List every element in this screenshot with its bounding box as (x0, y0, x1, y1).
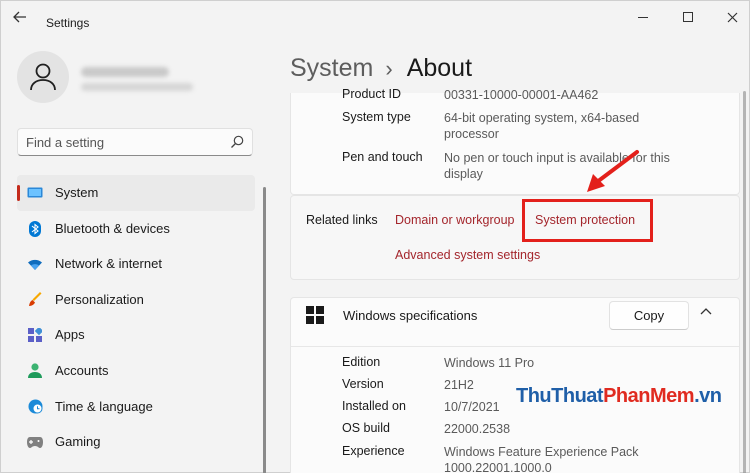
spec-value: 64-bit operating system, x64-based proce… (444, 111, 640, 141)
sidebar-item-bluetooth[interactable]: Bluetooth & devices (17, 211, 255, 247)
avatar (17, 51, 69, 103)
device-specifications-card: Product ID 00331-10000-00001-AA462 Syste… (290, 87, 740, 195)
windows-specifications-title: Windows specifications (343, 308, 478, 323)
sidebar-item-label: Personalization (55, 291, 144, 307)
breadcrumb: System › About (290, 54, 472, 83)
gamepad-icon (27, 434, 43, 450)
minimize-button[interactable] (628, 7, 658, 27)
sidebar-item-label: Time & language (55, 398, 153, 414)
spec-key: Version (342, 377, 384, 391)
profile-name-blurred (81, 67, 169, 77)
wifi-icon (27, 256, 43, 272)
spec-key: System type (342, 110, 411, 124)
spec-value: Windows 11 Pro (444, 356, 535, 370)
spec-key: Product ID (342, 87, 402, 101)
page-title: About (406, 54, 473, 82)
sidebar-scrollbar[interactable] (263, 187, 266, 473)
title-bar: Settings (1, 1, 750, 37)
sidebar-item-time-language[interactable]: Time & language (17, 389, 255, 425)
sidebar-item-network[interactable]: Network & internet (17, 246, 255, 282)
sidebar-item-label: Network & internet (55, 256, 162, 272)
spec-key: Edition (342, 355, 381, 369)
spec-value: No pen or touch input is available for t… (444, 151, 670, 181)
copy-button[interactable]: Copy (609, 301, 689, 330)
spec-key: Experience (342, 444, 405, 458)
main-scrollbar[interactable] (743, 91, 746, 473)
back-arrow-icon[interactable] (13, 11, 33, 27)
chevron-right-icon: › (385, 56, 393, 81)
sidebar-item-label: Bluetooth & devices (55, 220, 170, 236)
sidebar-nav: System Bluetooth & devices Network & int… (17, 175, 255, 460)
globe-clock-icon (27, 399, 43, 415)
spec-key: Installed on (342, 399, 406, 413)
windows-logo-icon (306, 306, 324, 324)
sidebar-item-accounts[interactable]: Accounts (17, 353, 255, 389)
settings-window: Settings System (0, 0, 750, 473)
sidebar-item-apps[interactable]: Apps (17, 317, 255, 353)
user-profile[interactable] (17, 51, 267, 107)
advanced-system-settings-link[interactable]: Advanced system settings (395, 248, 540, 262)
minimize-icon (638, 16, 648, 18)
sidebar-item-label: Accounts (55, 362, 109, 378)
person-icon (27, 363, 43, 379)
profile-email-blurred (81, 83, 193, 91)
sidebar-item-personalization[interactable]: Personalization (17, 282, 255, 318)
search-box[interactable] (17, 128, 253, 156)
apps-icon (27, 327, 43, 343)
sidebar-item-label: Gaming (55, 434, 101, 450)
window-title: Settings (46, 16, 90, 30)
search-icon (231, 135, 244, 148)
related-links-card: Related links Domain or workgroup System… (290, 195, 740, 280)
spec-value: Windows Feature Experience Pack 1000.220… (444, 445, 639, 473)
annotation-arrow-icon (587, 150, 639, 192)
sidebar-item-system[interactable]: System (17, 175, 255, 211)
spec-value: 22000.2538 (444, 422, 511, 436)
spec-value: 00331-10000-00001-AA462 (444, 88, 599, 102)
related-links-label: Related links (306, 213, 378, 227)
spec-key: OS build (342, 421, 390, 435)
maximize-icon (683, 12, 693, 22)
breadcrumb-parent[interactable]: System (290, 54, 373, 82)
close-button[interactable] (717, 7, 747, 27)
spec-key: Pen and touch (342, 150, 423, 164)
maximize-button[interactable] (673, 7, 703, 27)
sidebar-item-gaming[interactable]: Gaming (17, 424, 255, 460)
chevron-up-icon[interactable] (700, 307, 712, 315)
monitor-icon (27, 185, 43, 201)
sidebar-item-label: Apps (55, 327, 85, 343)
brush-icon (27, 292, 43, 308)
highlight-box (522, 199, 653, 242)
watermark-logo: ThuThuatPhanMem.vn (516, 385, 722, 407)
close-icon (727, 12, 737, 22)
person-icon (30, 63, 56, 91)
search-input[interactable] (26, 134, 226, 151)
domain-workgroup-link[interactable]: Domain or workgroup (395, 213, 515, 227)
bluetooth-icon (27, 220, 43, 237)
sidebar-item-label: System (55, 185, 99, 200)
divider (291, 346, 739, 347)
